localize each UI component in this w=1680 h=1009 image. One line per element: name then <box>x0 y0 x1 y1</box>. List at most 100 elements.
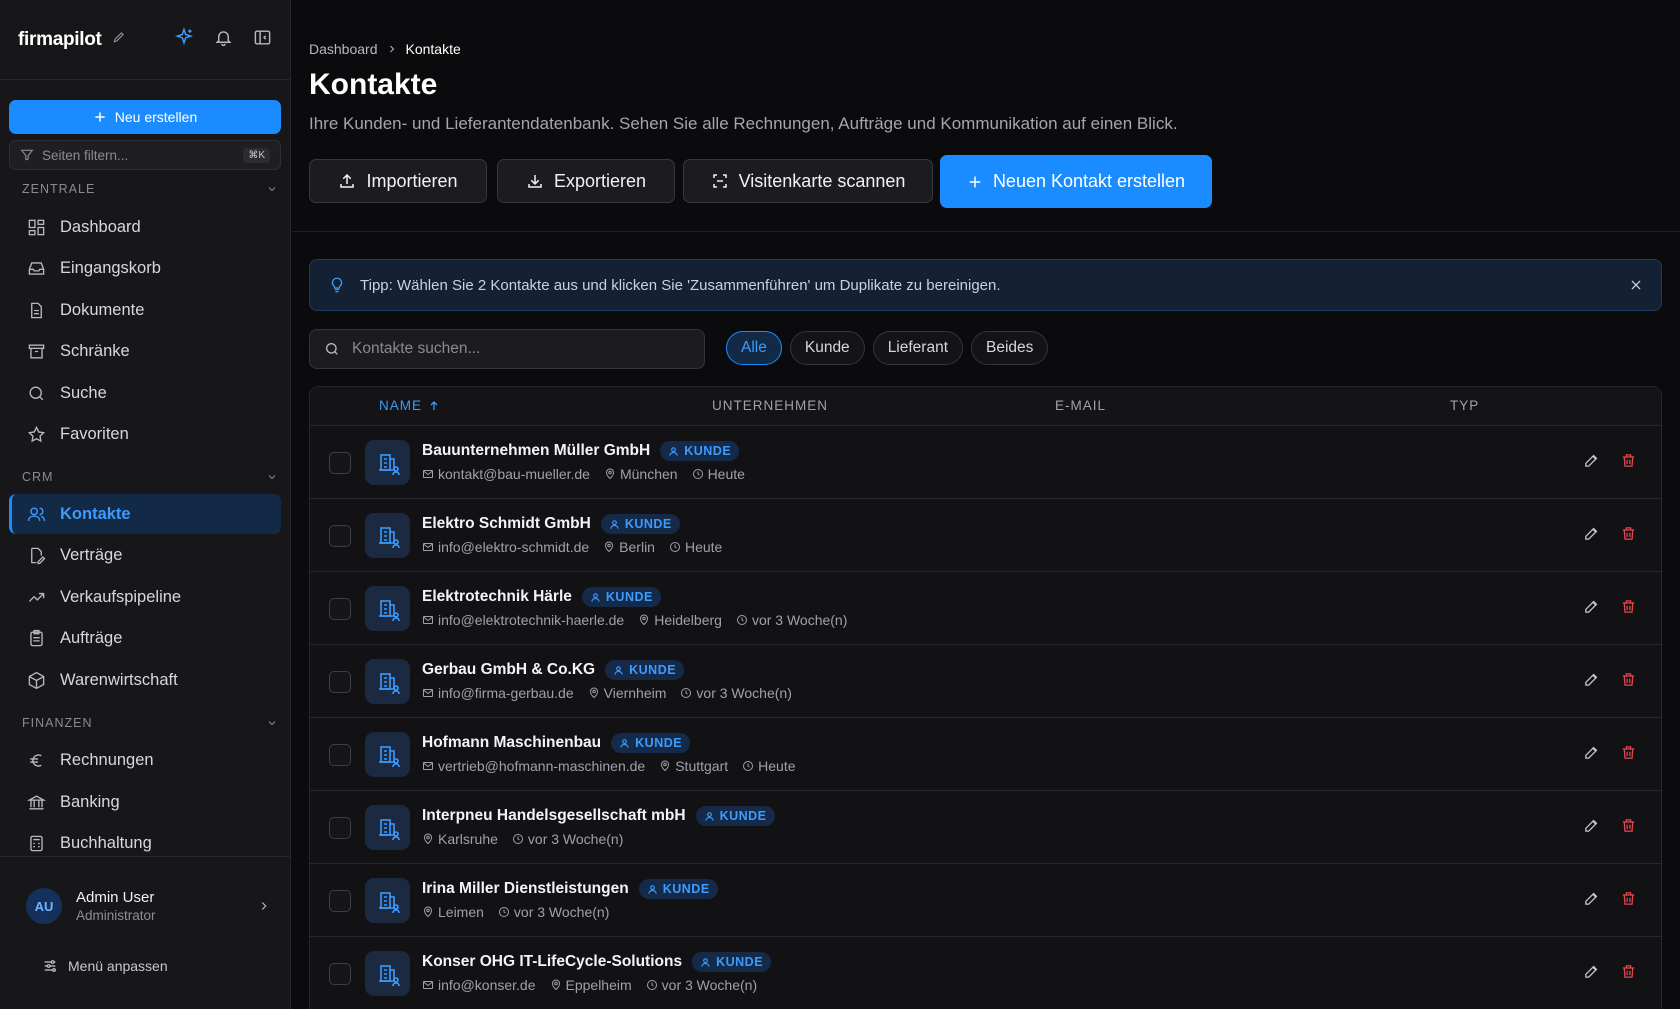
table-row[interactable]: Hofmann Maschinenbau KUNDE vertrieb@hofm… <box>310 718 1661 791</box>
contact-name[interactable]: Interpneu Handelsgesellschaft mbH <box>422 807 686 825</box>
trash-icon[interactable] <box>1620 817 1637 834</box>
trash-icon[interactable] <box>1620 525 1637 542</box>
trash-icon[interactable] <box>1620 452 1637 469</box>
sidebar-item-schraenke[interactable]: Schränke <box>9 331 281 371</box>
customize-menu-button[interactable]: Menü anpassen <box>42 958 168 974</box>
table-row[interactable]: Interpneu Handelsgesellschaft mbH KUNDE … <box>310 791 1661 864</box>
building-icon <box>378 818 400 840</box>
edit-icon[interactable] <box>1583 744 1600 761</box>
column-email[interactable]: E-MAIL <box>1055 398 1106 413</box>
edit-icon[interactable] <box>1583 671 1600 688</box>
trash-icon[interactable] <box>1620 598 1637 615</box>
clock-icon <box>743 761 754 771</box>
sidebar-item-warenwirtschaft[interactable]: Warenwirtschaft <box>9 660 281 700</box>
filter-chip-lieferant[interactable]: Lieferant <box>872 331 964 365</box>
app-logo[interactable]: firmapilot <box>18 29 102 51</box>
table-row[interactable]: Gerbau GmbH & Co.KG KUNDE info@firma-ger… <box>310 645 1661 718</box>
export-button[interactable]: Exportieren <box>497 159 675 203</box>
sidebar-item-vertraege[interactable]: Verträge <box>9 535 281 575</box>
column-name[interactable]: NAME <box>379 398 440 413</box>
search-icon <box>326 343 338 355</box>
contact-email[interactable]: info@konser.de <box>422 977 536 993</box>
row-checkbox[interactable] <box>329 598 351 620</box>
section-finanzen[interactable]: FINANZEN <box>22 716 278 730</box>
trash-icon[interactable] <box>1620 963 1637 980</box>
scan-card-label: Visitenkarte scannen <box>738 170 906 191</box>
table-row[interactable]: Irina Miller Dienstleistungen KUNDE Leim… <box>310 864 1661 937</box>
mail-icon <box>423 689 433 697</box>
sidebar-item-dashboard[interactable]: Dashboard <box>9 207 281 247</box>
contact-name[interactable]: Konser OHG IT-LifeCycle-Solutions <box>422 953 682 971</box>
table-row[interactable]: Konser OHG IT-LifeCycle-Solutions KUNDE … <box>310 937 1661 1009</box>
sidebar-item-dokumente[interactable]: Dokumente <box>9 290 281 330</box>
filter-chip-alle[interactable]: Alle <box>726 331 782 365</box>
section-label: FINANZEN <box>22 716 93 730</box>
create-contact-button[interactable]: Neuen Kontakt erstellen <box>940 155 1212 208</box>
user-profile[interactable]: AU Admin User Administrator <box>26 886 271 926</box>
edit-icon[interactable] <box>1583 598 1600 615</box>
contact-name[interactable]: Irina Miller Dienstleistungen <box>422 880 629 898</box>
sidebar-item-eingangskorb[interactable]: Eingangskorb <box>9 248 281 288</box>
contact-name[interactable]: Elektrotechnik Härle <box>422 588 572 606</box>
contact-name[interactable]: Bauunternehmen Müller GmbH <box>422 442 650 460</box>
contact-name[interactable]: Gerbau GmbH & Co.KG <box>422 661 595 679</box>
trash-icon[interactable] <box>1620 744 1637 761</box>
edit-icon[interactable] <box>1583 817 1600 834</box>
edit-icon[interactable] <box>1583 963 1600 980</box>
row-checkbox[interactable] <box>329 452 351 474</box>
row-checkbox[interactable] <box>329 525 351 547</box>
download-icon <box>528 175 542 188</box>
contact-meta: info@konser.de Eppelheim vor 3 Woche(n) <box>422 977 757 993</box>
edit-icon[interactable] <box>1583 452 1600 469</box>
contact-email[interactable]: kontakt@bau-mueller.de <box>422 466 590 482</box>
breadcrumb-dashboard[interactable]: Dashboard <box>309 41 378 57</box>
mail-icon <box>423 616 433 624</box>
sidebar-item-banking[interactable]: Banking <box>9 782 281 822</box>
scan-card-button[interactable]: Visitenkarte scannen <box>683 159 933 203</box>
sidebar-item-buchhaltung[interactable]: Buchhaltung <box>9 823 281 863</box>
contact-email[interactable]: info@elektro-schmidt.de <box>422 539 589 555</box>
filter-chip-kunde[interactable]: Kunde <box>789 331 865 365</box>
row-checkbox[interactable] <box>329 744 351 766</box>
edit-pencil-icon[interactable] <box>112 30 126 49</box>
collapse-sidebar-icon[interactable] <box>253 28 272 52</box>
type-badge: KUNDE <box>600 514 680 534</box>
contact-email[interactable]: vertrieb@hofmann-maschinen.de <box>422 758 645 774</box>
row-checkbox[interactable] <box>329 817 351 839</box>
sidebar-item-label: Favoriten <box>60 424 129 443</box>
column-typ[interactable]: TYP <box>1450 398 1479 413</box>
row-checkbox[interactable] <box>329 671 351 693</box>
column-unternehmen[interactable]: UNTERNEHMEN <box>712 398 828 413</box>
table-row[interactable]: Bauunternehmen Müller GmbH KUNDE kontakt… <box>310 426 1661 499</box>
import-button[interactable]: Importieren <box>309 159 487 203</box>
table-row[interactable]: Elektrotechnik Härle KUNDE info@elektrot… <box>310 572 1661 645</box>
row-checkbox[interactable] <box>329 963 351 985</box>
new-create-button[interactable]: Neu erstellen <box>9 100 281 134</box>
section-crm[interactable]: CRM <box>22 470 278 484</box>
building-icon <box>378 672 400 694</box>
contact-city: Viernheim <box>588 685 666 701</box>
bell-icon[interactable] <box>214 28 233 52</box>
contact-email[interactable]: info@firma-gerbau.de <box>422 685 574 701</box>
sidebar-item-kontakte[interactable]: Kontakte <box>9 494 281 534</box>
section-zentrale[interactable]: ZENTRALE <box>22 182 278 196</box>
sidebar-item-rechnungen[interactable]: Rechnungen <box>9 740 281 780</box>
sparkle-icon[interactable] <box>174 27 194 52</box>
trash-icon[interactable] <box>1620 890 1637 907</box>
contact-name[interactable]: Elektro Schmidt GmbH <box>422 515 591 533</box>
contact-email[interactable]: info@elektrotechnik-haerle.de <box>422 612 624 628</box>
filter-chip-beides[interactable]: Beides <box>971 331 1049 365</box>
trash-icon[interactable] <box>1620 671 1637 688</box>
sidebar-item-auftraege[interactable]: Aufträge <box>9 618 281 658</box>
contact-name[interactable]: Hofmann Maschinenbau <box>422 734 601 752</box>
row-checkbox[interactable] <box>329 890 351 912</box>
sidebar-item-verkaufspipeline[interactable]: Verkaufspipeline <box>9 577 281 617</box>
sidebar-item-suche[interactable]: Suche <box>9 373 281 413</box>
close-icon[interactable] <box>1629 278 1643 292</box>
sidebar-item-favoriten[interactable]: Favoriten <box>9 414 281 454</box>
edit-icon[interactable] <box>1583 525 1600 542</box>
edit-icon[interactable] <box>1583 890 1600 907</box>
page-filter[interactable]: Seiten filtern... ⌘K <box>9 140 281 170</box>
search-input[interactable] <box>352 340 672 358</box>
table-row[interactable]: Elektro Schmidt GmbH KUNDE info@elektro-… <box>310 499 1661 572</box>
